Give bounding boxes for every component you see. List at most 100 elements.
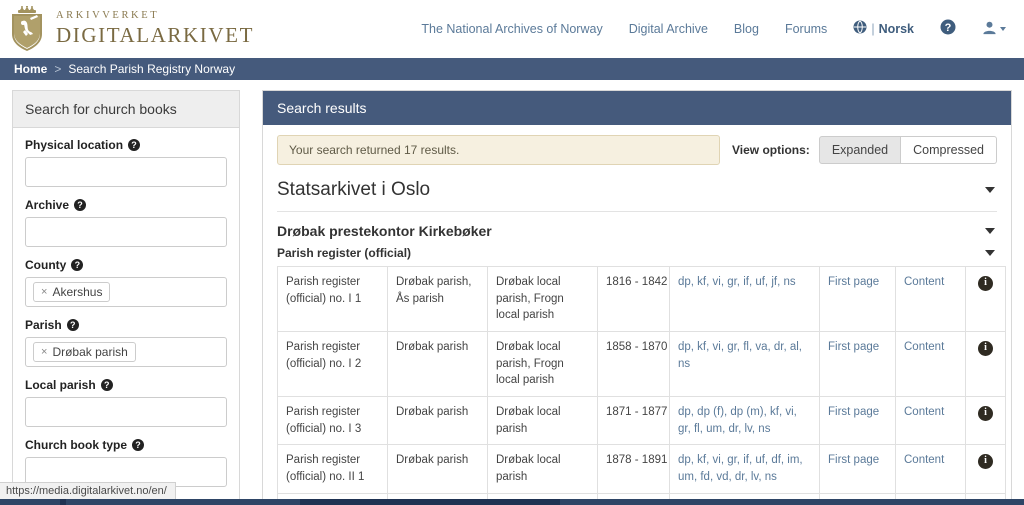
parish-input[interactable]: × Drøbak parish: [25, 337, 227, 367]
os-taskbar: [0, 499, 1024, 505]
table-row[interactable]: Parish register (official) no. II 1 Drøb…: [277, 444, 1006, 494]
nav-link-forums[interactable]: Forums: [785, 22, 827, 36]
cell-parish: Drøbak parish: [387, 331, 488, 398]
field-physical-location: Physical location ?: [25, 138, 227, 187]
cell-local-parish: Drøbak local parish, Frogn local parish: [487, 331, 598, 398]
page-body: Search for church books Physical locatio…: [0, 80, 1024, 505]
sidebar-form: Physical location ? Archive ? County ? ×…: [13, 128, 239, 505]
nav-link-blog[interactable]: Blog: [734, 22, 759, 36]
table-row[interactable]: Parish register (official) no. I 3 Drøba…: [277, 396, 1006, 446]
help-icon[interactable]: ?: [74, 199, 87, 211]
info-icon[interactable]: i: [978, 405, 993, 421]
cell-codes: dp, kf, vi, gr, if, uf, df, im, um, fd, …: [669, 444, 820, 494]
sidebar-title: Search for church books: [13, 91, 239, 128]
first-page-link[interactable]: First page: [828, 341, 879, 353]
user-menu[interactable]: [982, 20, 1006, 38]
table-row[interactable]: Parish register (official) no. I 1 Drøba…: [277, 265, 1006, 333]
field-label-county: County ?: [25, 258, 227, 272]
question-mark-circle-icon[interactable]: ?: [940, 19, 956, 38]
cell-info: i: [965, 331, 1006, 398]
field-label-local-parish: Local parish ?: [25, 378, 227, 392]
content-link[interactable]: Content: [904, 276, 944, 288]
first-page-link[interactable]: First page: [828, 406, 879, 418]
first-page-link[interactable]: First page: [828, 276, 879, 288]
content-link[interactable]: Content: [904, 341, 944, 353]
physical-location-input[interactable]: [25, 157, 227, 187]
cell-register-name: Parish register (official) no. I 1: [277, 265, 388, 333]
cell-parish: Drøbak parish: [387, 444, 488, 494]
help-icon[interactable]: ?: [132, 439, 145, 451]
chevron-down-icon[interactable]: [985, 250, 995, 256]
field-label-text: Local parish: [25, 378, 96, 392]
field-label-archive: Archive ?: [25, 198, 227, 212]
field-label-text: Church book type: [25, 438, 128, 452]
remove-token-icon[interactable]: ×: [41, 346, 47, 358]
field-archive: Archive ?: [25, 198, 227, 247]
chevron-down-icon[interactable]: [985, 187, 995, 193]
content-link[interactable]: Content: [904, 454, 944, 466]
archive-group-title: Statsarkivet i Oslo: [277, 179, 431, 200]
view-options-label: View options:: [732, 143, 810, 157]
search-results-panel: Search results Your search returned 17 r…: [262, 90, 1012, 505]
brand-subtitle: ARKIVVERKET: [56, 10, 160, 22]
cell-local-parish: Drøbak local parish: [487, 444, 598, 494]
table-row[interactable]: Parish register (official) no. I 2 Drøba…: [277, 331, 1006, 398]
view-compressed-button[interactable]: Compressed: [901, 136, 997, 164]
field-label-text: Archive: [25, 198, 70, 212]
info-icon[interactable]: i: [978, 275, 993, 291]
codes-link[interactable]: dp, kf, vi, gr, if, uf, jf, ns: [678, 276, 796, 288]
county-input[interactable]: × Akershus: [25, 277, 227, 307]
breadcrumb-home-link[interactable]: Home: [14, 62, 47, 76]
field-parish: Parish ? × Drøbak parish: [25, 318, 227, 367]
register-type-title: Parish register (official): [277, 246, 412, 260]
cell-content: Content: [895, 396, 966, 446]
codes-link[interactable]: dp, kf, vi, gr, if, uf, df, im, um, fd, …: [678, 454, 803, 483]
results-content: Your search returned 17 results. View op…: [263, 125, 1011, 504]
first-page-link[interactable]: First page: [828, 454, 879, 466]
county-token-label: Akershus: [52, 285, 103, 299]
breadcrumb: Home > Search Parish Registry Norway: [0, 58, 1024, 80]
record-group-title: Drøbak prestekontor Kirkebøker: [277, 223, 492, 239]
brand-logo[interactable]: ARKIVVERKET DIGITALARKIVET: [8, 5, 254, 52]
cell-register-name: Parish register (official) no. I 3: [277, 396, 388, 446]
view-expanded-button[interactable]: Expanded: [818, 136, 902, 164]
cell-years: 1816 - 1842: [597, 265, 670, 333]
breadcrumb-separator: >: [54, 62, 62, 76]
local-parish-input[interactable]: [25, 397, 227, 427]
search-sidebar: Search for church books Physical locatio…: [12, 90, 240, 505]
taskbar-segment: [300, 499, 560, 505]
archive-input[interactable]: [25, 217, 227, 247]
field-label-parish: Parish ?: [25, 318, 227, 332]
help-icon[interactable]: ?: [100, 379, 113, 391]
cell-first-page: First page: [819, 265, 896, 333]
svg-text:?: ?: [945, 22, 952, 34]
record-group-header[interactable]: Drøbak prestekontor Kirkebøker: [277, 212, 997, 243]
browser-status-bar-url: https://media.digitalarkivet.no/en/: [0, 482, 176, 499]
norwegian-coat-of-arms-icon: [8, 5, 46, 52]
archive-group-header[interactable]: Statsarkivet i Oslo: [277, 165, 997, 212]
parish-token[interactable]: × Drøbak parish: [33, 342, 136, 362]
county-token[interactable]: × Akershus: [33, 282, 111, 302]
content-link[interactable]: Content: [904, 406, 944, 418]
register-type-header[interactable]: Parish register (official): [277, 243, 997, 266]
help-icon[interactable]: ?: [66, 319, 79, 331]
nav-link-national-archives[interactable]: The National Archives of Norway: [421, 22, 602, 36]
chevron-down-icon[interactable]: [985, 228, 995, 234]
info-icon[interactable]: i: [978, 340, 993, 356]
cell-content: Content: [895, 265, 966, 333]
codes-link[interactable]: dp, kf, vi, gr, fl, va, dr, al, ns: [678, 341, 802, 370]
language-switcher[interactable]: | Norsk: [853, 20, 914, 37]
cell-local-parish: Drøbak local parish: [487, 396, 598, 446]
cell-content: Content: [895, 331, 966, 398]
nav-link-digital-archive[interactable]: Digital Archive: [629, 22, 708, 36]
cell-years: 1878 - 1891: [597, 444, 670, 494]
remove-token-icon[interactable]: ×: [41, 286, 47, 298]
cell-register-name: Parish register (official) no. I 2: [277, 331, 388, 398]
cell-first-page: First page: [819, 444, 896, 494]
codes-link[interactable]: dp, dp (f), dp (m), kf, vi, gr, fl, um, …: [678, 406, 797, 435]
results-table-body: Parish register (official) no. I 1 Drøba…: [277, 265, 1006, 504]
help-icon[interactable]: ?: [128, 139, 141, 151]
view-options-button-group: Expanded Compressed: [818, 136, 997, 164]
info-icon[interactable]: i: [978, 453, 993, 469]
help-icon[interactable]: ?: [71, 259, 84, 271]
